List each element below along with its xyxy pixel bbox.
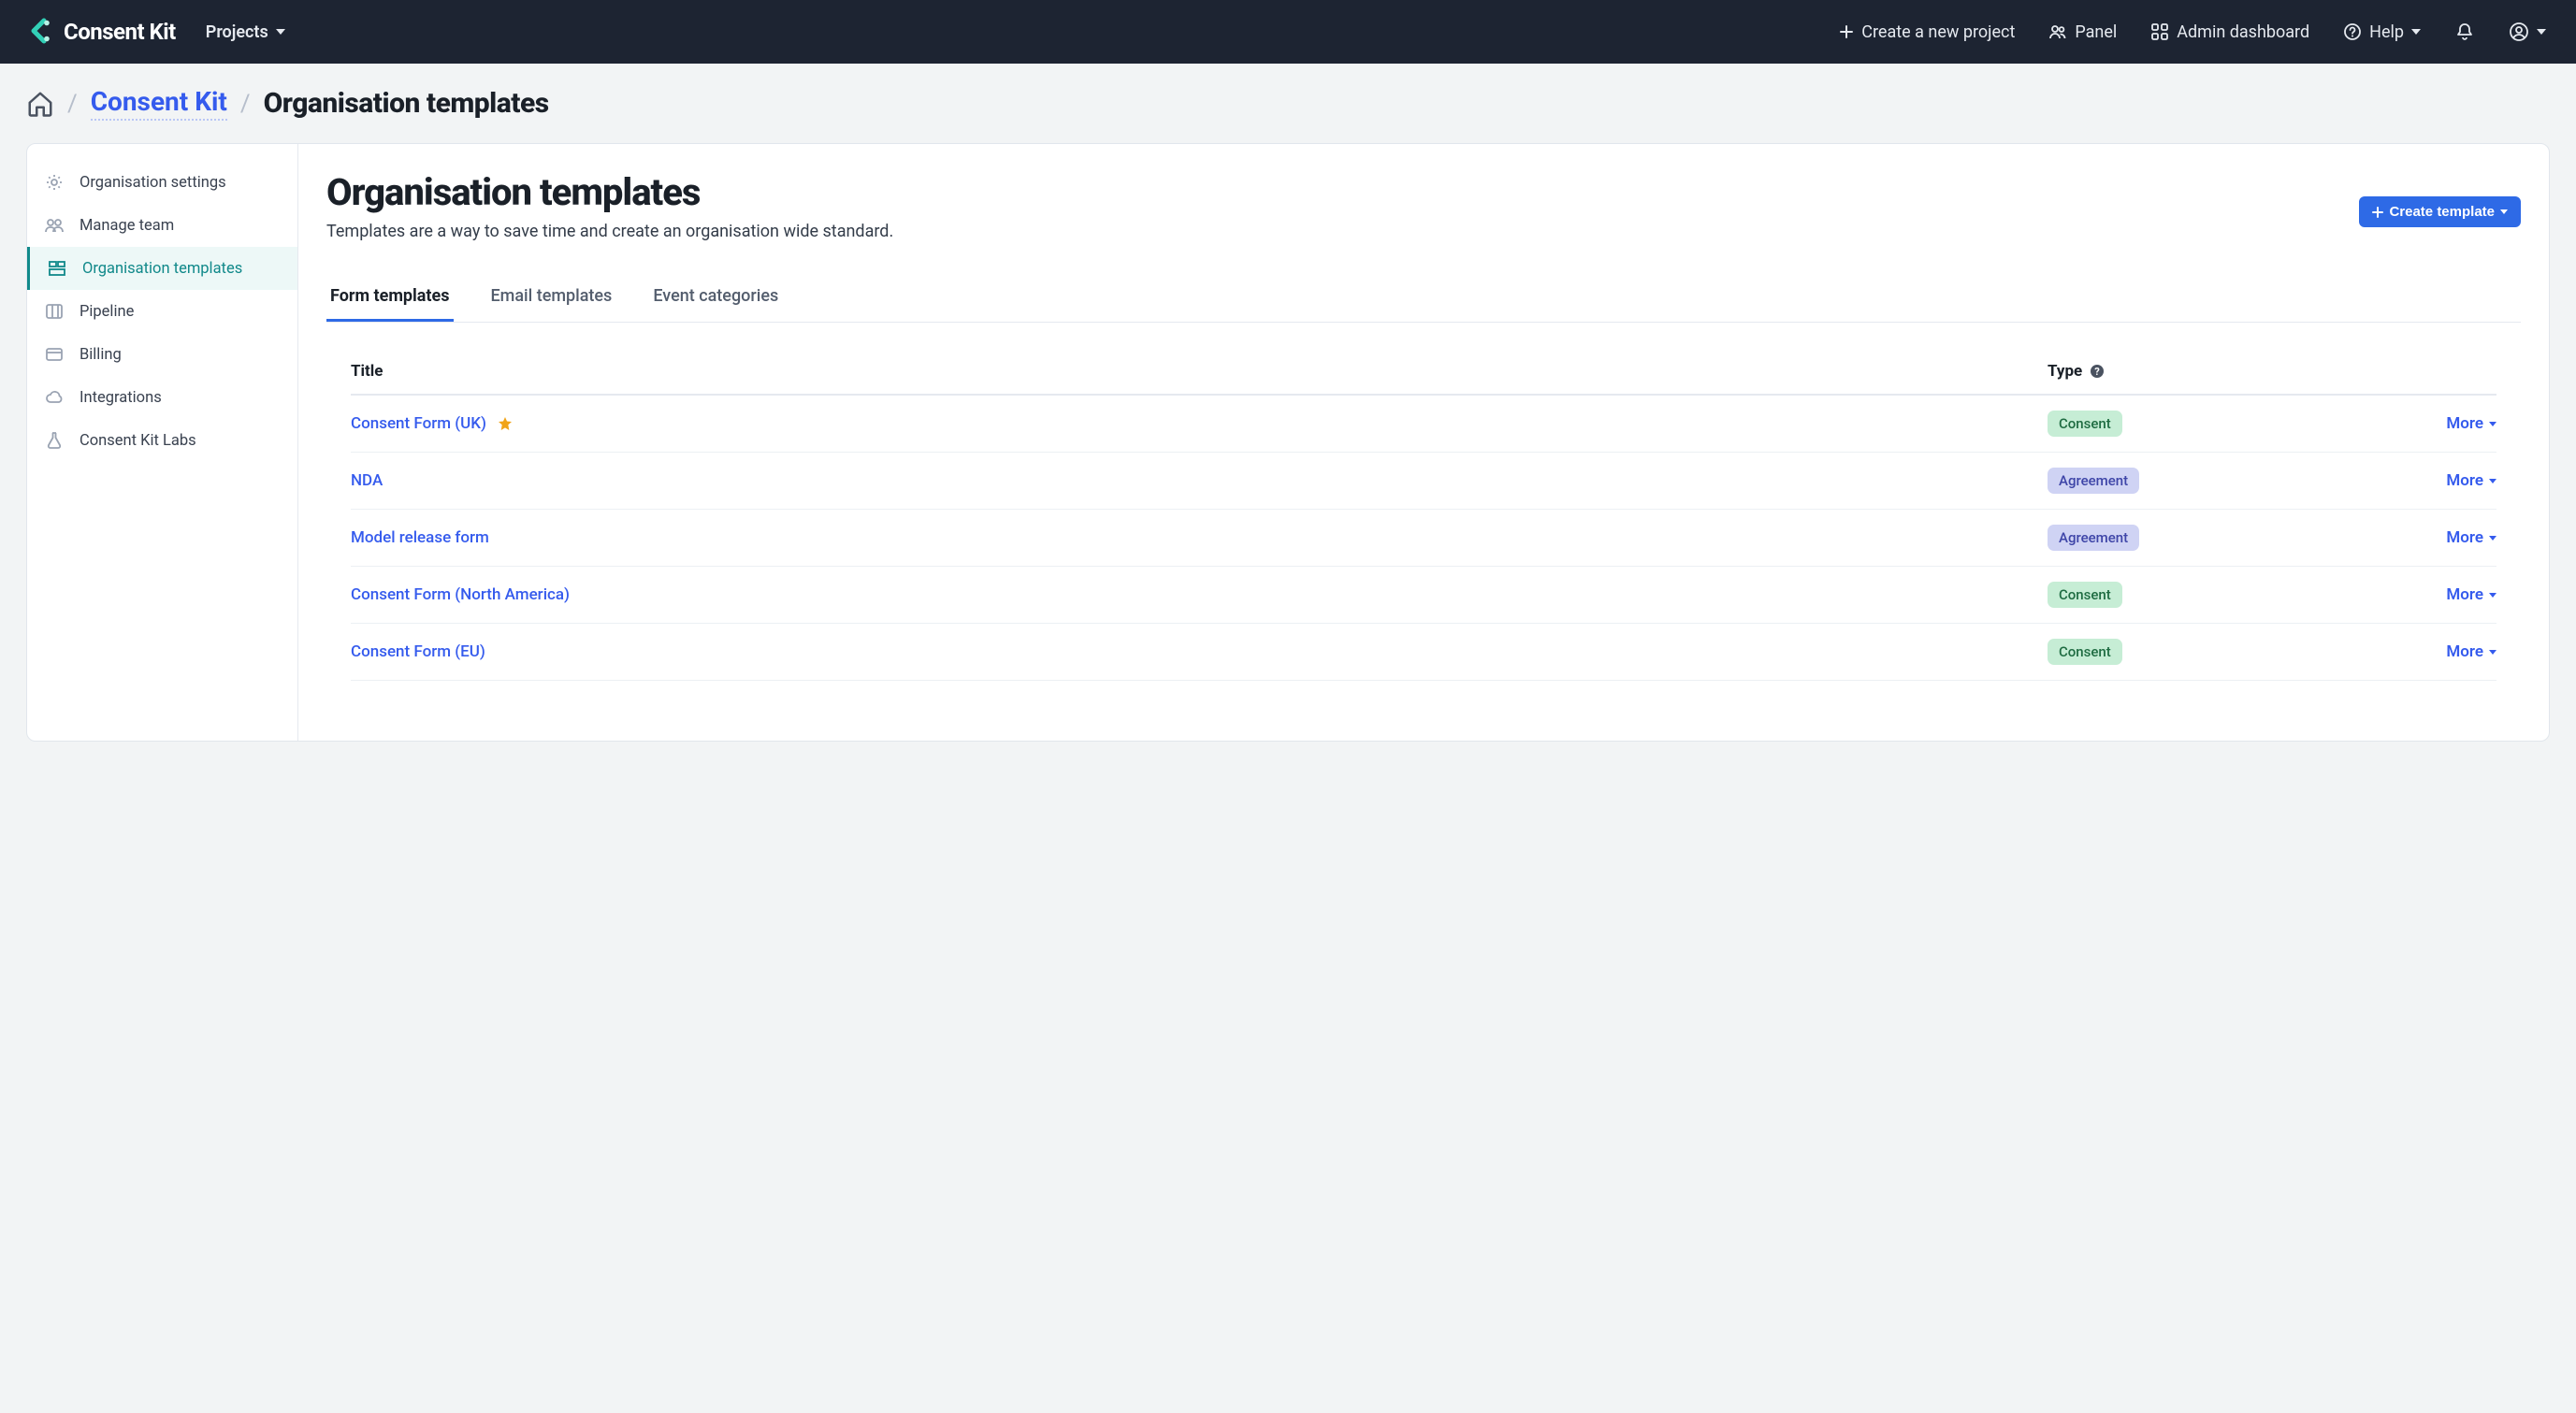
table-row: Consent Form (EU) Consent More xyxy=(351,624,2496,681)
chevron-down-icon xyxy=(2489,479,2496,483)
table-row: Consent Form (UK) Consent More xyxy=(351,396,2496,453)
chevron-down-icon xyxy=(2489,536,2496,541)
plus-icon xyxy=(2372,207,2383,218)
type-badge: Agreement xyxy=(2048,525,2139,551)
tab-form-templates[interactable]: Form templates xyxy=(326,277,454,322)
breadcrumb-current: Organisation templates xyxy=(264,87,549,120)
brand-text: Consent Kit xyxy=(64,19,176,45)
sidebar-item-organisation-settings[interactable]: Organisation settings xyxy=(27,161,297,204)
cloud-icon xyxy=(44,387,65,408)
sidebar-item-label: Integrations xyxy=(80,389,162,407)
svg-text:?: ? xyxy=(2094,366,2100,378)
sidebar: Organisation settings Manage team Organisa… xyxy=(27,144,298,741)
gear-icon xyxy=(44,172,65,193)
nav-help[interactable]: Help xyxy=(2339,17,2424,48)
topnav: Consent Kit Projects Create a new projec… xyxy=(0,0,2576,64)
more-menu[interactable]: More xyxy=(2384,585,2496,604)
sidebar-item-organisation-templates[interactable]: Organisation templates xyxy=(27,247,297,290)
help-icon[interactable]: ? xyxy=(2090,364,2105,379)
plus-icon xyxy=(1839,24,1854,39)
grid-icon xyxy=(2150,22,2169,41)
table-row: Consent Form (North America) Consent More xyxy=(351,567,2496,624)
sidebar-item-pipeline[interactable]: Pipeline xyxy=(27,290,297,333)
sidebar-item-label: Consent Kit Labs xyxy=(80,432,196,450)
tab-event-categories[interactable]: Event categories xyxy=(649,277,782,322)
home-icon[interactable] xyxy=(26,90,54,118)
page-header: Organisation templates Templates are a w… xyxy=(326,165,2521,249)
user-circle-icon xyxy=(2509,22,2529,42)
nav-account[interactable] xyxy=(2505,16,2550,48)
chevron-down-icon xyxy=(2411,29,2421,35)
tabs: Form templates Email templates Event categ… xyxy=(326,277,2521,323)
card-icon xyxy=(44,344,65,365)
flask-icon xyxy=(44,430,65,451)
sidebar-item-label: Organisation templates xyxy=(82,260,242,278)
table-row: NDA Agreement More xyxy=(351,453,2496,510)
columns-icon xyxy=(44,301,65,322)
team-icon xyxy=(44,215,65,236)
more-menu[interactable]: More xyxy=(2384,414,2496,433)
col-header-title: Title xyxy=(351,362,2048,381)
template-link[interactable]: Model release form xyxy=(351,528,489,547)
table-header: Title Type ? xyxy=(351,356,2496,396)
type-badge: Agreement xyxy=(2048,468,2139,494)
more-menu[interactable]: More xyxy=(2384,528,2496,547)
chevron-down-icon xyxy=(2489,422,2496,426)
template-link[interactable]: Consent Form (North America) xyxy=(351,585,570,604)
nav-panel[interactable]: Panel xyxy=(2045,17,2120,48)
users-icon xyxy=(2048,22,2067,41)
logo-icon xyxy=(26,18,54,46)
page-title: Organisation templates xyxy=(326,170,893,214)
breadcrumb-separator: / xyxy=(67,90,78,118)
template-link[interactable]: Consent Form (EU) xyxy=(351,642,485,661)
chevron-down-icon xyxy=(2489,650,2496,655)
main-content: Organisation templates Templates are a w… xyxy=(298,144,2549,741)
star-icon xyxy=(498,416,513,431)
chevron-down-icon xyxy=(2537,29,2546,35)
sidebar-item-manage-team[interactable]: Manage team xyxy=(27,204,297,247)
page-card: Organisation settings Manage team Organisa… xyxy=(26,143,2550,742)
template-link[interactable]: NDA xyxy=(351,471,383,490)
sidebar-item-consent-kit-labs[interactable]: Consent Kit Labs xyxy=(27,419,297,462)
brand-logo[interactable]: Consent Kit xyxy=(26,18,176,46)
breadcrumb-org[interactable]: Consent Kit xyxy=(91,86,227,121)
type-badge: Consent xyxy=(2048,582,2122,608)
layout-icon xyxy=(47,258,67,279)
create-template-button[interactable]: Create template xyxy=(2359,196,2521,227)
nav-notifications[interactable] xyxy=(2451,16,2479,48)
page-subtitle: Templates are a way to save time and cre… xyxy=(326,222,893,241)
table-row: Model release form Agreement More xyxy=(351,510,2496,567)
sidebar-item-integrations[interactable]: Integrations xyxy=(27,376,297,419)
nav-projects[interactable]: Projects xyxy=(202,17,289,48)
chevron-down-icon xyxy=(2500,209,2508,214)
nav-admin[interactable]: Admin dashboard xyxy=(2147,17,2313,48)
type-badge: Consent xyxy=(2048,639,2122,665)
chevron-down-icon xyxy=(2489,593,2496,598)
bell-icon xyxy=(2454,22,2475,42)
sidebar-item-label: Pipeline xyxy=(80,303,134,321)
tab-email-templates[interactable]: Email templates xyxy=(487,277,616,322)
col-header-type: Type ? xyxy=(2048,362,2384,381)
sidebar-item-label: Manage team xyxy=(80,217,174,235)
sidebar-item-label: Billing xyxy=(80,346,122,364)
breadcrumb: / Consent Kit / Organisation templates xyxy=(0,64,2576,126)
more-menu[interactable]: More xyxy=(2384,642,2496,661)
sidebar-item-label: Organisation settings xyxy=(80,174,226,192)
chevron-down-icon xyxy=(276,29,285,35)
help-icon xyxy=(2343,22,2362,41)
type-badge: Consent xyxy=(2048,411,2122,437)
nav-create-project[interactable]: Create a new project xyxy=(1835,17,2019,48)
templates-table: Title Type ? Consent Form (UK) Consent Mor… xyxy=(351,356,2496,681)
more-menu[interactable]: More xyxy=(2384,471,2496,490)
col-header-actions xyxy=(2384,362,2496,381)
table-body: Consent Form (UK) Consent More NDA Agreemen… xyxy=(351,396,2496,681)
template-link[interactable]: Consent Form (UK) xyxy=(351,414,486,433)
sidebar-item-billing[interactable]: Billing xyxy=(27,333,297,376)
breadcrumb-separator: / xyxy=(240,90,251,118)
